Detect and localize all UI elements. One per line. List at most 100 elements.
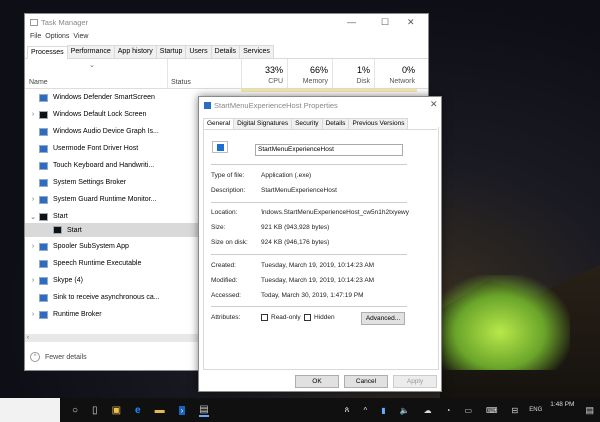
search-box[interactable]	[0, 398, 60, 422]
tab-bar: Processes Performance App history Startu…	[25, 45, 428, 59]
hidden-label: Hidden	[314, 314, 335, 322]
process-name: Runtime Broker	[53, 311, 102, 318]
taskbar: ○ ▯ ▣ e ▬ › ▤ ጰ ^ ▮ 🔈 ☁ ◔ ▭ ⌨ ⊟ ENG 1:48…	[0, 398, 600, 422]
chevron-up-icon[interactable]: ^	[363, 406, 367, 415]
cpu-label: CPU	[268, 78, 283, 85]
network-label: Network	[389, 78, 415, 85]
menu-bar: File Options View	[25, 31, 428, 42]
store-icon[interactable]: ▣	[112, 405, 121, 416]
tab-services[interactable]: Services	[239, 45, 274, 58]
location-value: Windows.StartMenuExperienceHost_cw5n1h2t…	[261, 209, 409, 216]
process-icon	[39, 242, 48, 251]
people-icon[interactable]: ጰ	[345, 405, 350, 415]
tab-startup[interactable]: Startup	[155, 45, 187, 58]
dialog-title: StartMenuExperienceHost Properties	[214, 100, 338, 110]
filename-input[interactable]: StartMenuExperienceHost	[255, 144, 403, 156]
wifi-icon[interactable]: ◔	[446, 406, 451, 415]
process-name: System Settings Broker	[53, 179, 127, 186]
process-name: Windows Default Lock Screen	[53, 111, 147, 118]
window-title: Task Manager	[41, 18, 89, 27]
expand-chevron-icon[interactable]: ⌄	[27, 213, 39, 221]
tab-processes[interactable]: Processes	[27, 46, 68, 59]
tab-performance[interactable]: Performance	[66, 45, 115, 58]
column-header: ⌄ Name Status 33% CPU 66% Memory 1% Disk 0%…	[25, 59, 428, 89]
process-icon	[39, 178, 48, 187]
keyboard-icon[interactable]: ⌨	[486, 406, 498, 415]
expand-chevron-icon[interactable]: ›	[27, 196, 39, 203]
memory-label: Memory	[302, 78, 328, 85]
expand-chevron-icon[interactable]: ›	[27, 277, 39, 284]
process-icon	[39, 144, 48, 153]
readonly-checkbox[interactable]: Read-only	[261, 314, 301, 321]
close-button[interactable]: ✕	[407, 17, 415, 28]
column-status[interactable]: Status	[167, 59, 241, 89]
process-icon	[39, 110, 48, 119]
onedrive-icon[interactable]: ☁	[424, 406, 432, 415]
language-indicator[interactable]: ENG	[529, 407, 542, 413]
sort-chevron-icon[interactable]: ⌄	[89, 61, 95, 69]
fewer-details-button[interactable]: ^ Fewer details	[30, 352, 87, 362]
edge-icon[interactable]: e	[135, 405, 141, 416]
process-name: System Guard Runtime Monitor...	[53, 196, 157, 203]
volume-icon[interactable]: 🔈	[400, 406, 410, 415]
network-percent: 0%	[401, 65, 415, 75]
file-icon	[212, 141, 228, 153]
task-view-icon[interactable]: ▯	[92, 405, 98, 416]
menu-file[interactable]: File	[30, 33, 41, 40]
advanced-button[interactable]: Advanced...	[361, 312, 405, 325]
minimize-button[interactable]: —	[347, 17, 356, 27]
hidden-checkbox[interactable]: Hidden	[304, 314, 335, 321]
divider	[211, 202, 407, 203]
attributes-label: Attributes:	[211, 314, 241, 321]
column-network[interactable]: 0% Network	[374, 59, 419, 89]
column-disk[interactable]: 1% Disk	[332, 59, 374, 89]
properties-dialog: StartMenuExperienceHost Properties ✕ Gen…	[198, 96, 442, 392]
file-explorer-icon[interactable]: ▬	[155, 405, 165, 416]
ok-button[interactable]: OK	[295, 375, 339, 388]
process-icon	[39, 93, 48, 102]
modified-value: Tuesday, March 19, 2019, 10:14:23 AM	[261, 277, 375, 284]
expand-chevron-icon[interactable]: ›	[27, 243, 39, 250]
type-label: Type of file:	[211, 172, 245, 179]
powershell-icon[interactable]: ›	[178, 405, 186, 415]
expand-chevron-icon[interactable]: ›	[27, 311, 39, 318]
process-icon	[53, 226, 62, 234]
accessed-label: Accessed:	[211, 292, 241, 299]
action-center-icon[interactable]: ▤	[585, 405, 594, 416]
task-manager-taskbar-icon[interactable]: ▤	[199, 404, 209, 417]
column-cpu[interactable]: 33% CPU	[241, 59, 287, 89]
process-name: Usermode Font Driver Host	[53, 145, 139, 152]
title-bar: Task Manager	[25, 14, 428, 31]
maximize-button[interactable]: ☐	[381, 17, 389, 28]
accessed-value: Today, March 30, 2019, 1:47:19 PM	[261, 292, 364, 299]
process-name: Start	[67, 226, 82, 234]
tab-users[interactable]: Users	[185, 45, 212, 58]
menu-view[interactable]: View	[73, 33, 88, 40]
column-memory[interactable]: 66% Memory	[287, 59, 332, 89]
created-value: Tuesday, March 19, 2019, 10:14:23 AM	[261, 262, 375, 269]
process-icon	[39, 259, 48, 268]
device-icon[interactable]: ▮	[381, 406, 385, 415]
clock[interactable]: 1:48 PM	[550, 401, 574, 408]
expand-chevron-icon[interactable]: ›	[27, 111, 39, 118]
app-icon	[204, 101, 211, 109]
process-icon	[39, 161, 48, 170]
process-icon	[39, 310, 48, 319]
readonly-label: Read-only	[271, 314, 301, 322]
cancel-button[interactable]: Cancel	[344, 375, 388, 388]
tab-app-history[interactable]: App history	[113, 45, 157, 58]
apply-button[interactable]: Apply	[393, 375, 437, 388]
process-name: Speech Runtime Executable	[53, 260, 142, 267]
cpu-percent: 33%	[264, 65, 283, 75]
memory-percent: 66%	[309, 65, 328, 75]
general-tab-panel: StartMenuExperienceHost Type of file: App…	[203, 127, 439, 370]
tab-details[interactable]: Details	[210, 45, 241, 58]
dialog-close-button[interactable]: ✕	[430, 99, 438, 110]
column-name[interactable]: Name	[29, 79, 48, 86]
divider	[211, 254, 407, 255]
menu-options[interactable]: Options	[45, 33, 69, 40]
battery-icon[interactable]: ▭	[464, 406, 472, 415]
description-value: StartMenuExperienceHost	[261, 187, 337, 194]
tablet-icon[interactable]: ⊟	[512, 406, 519, 415]
cortana-icon[interactable]: ○	[72, 405, 78, 416]
